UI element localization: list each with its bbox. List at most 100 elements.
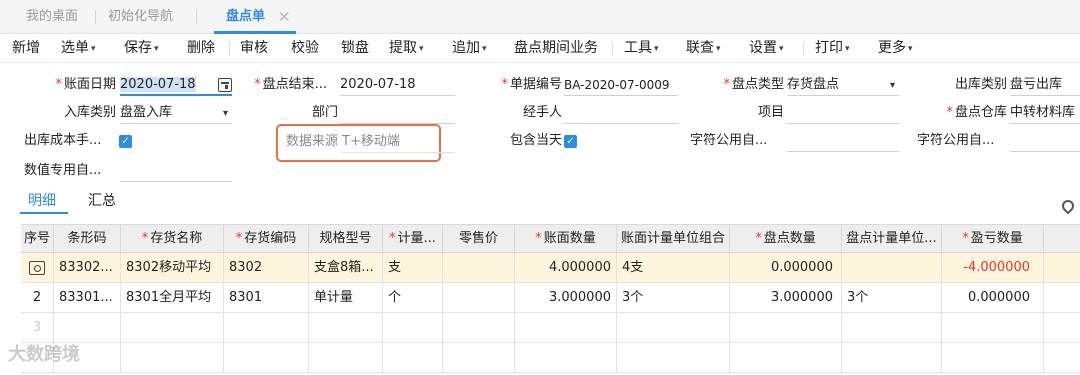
data-source-field: T+移动端 <box>342 131 455 153</box>
ledger-date-field[interactable]: 2020-07-18 <box>120 74 232 96</box>
cell-name[interactable] <box>121 313 224 343</box>
handler-field[interactable] <box>564 102 678 124</box>
lock-button[interactable]: 锁盘 <box>341 34 369 63</box>
ledger-date-value: 2020-07-18 <box>120 77 196 92</box>
cell-count-unit[interactable] <box>842 343 942 373</box>
inquiry-button[interactable]: 联查 ▾ <box>686 34 721 63</box>
cell-barcode[interactable]: 83302... <box>54 253 121 283</box>
cell-spec[interactable]: 支盒8箱... <box>309 253 383 283</box>
required-mark: * <box>535 231 542 246</box>
col-header-name: * 存货名称 <box>121 225 224 253</box>
cell-count-qty[interactable]: 0.000000 <box>730 253 842 283</box>
cell-book-unit[interactable] <box>617 343 730 373</box>
cell-unit[interactable] <box>383 343 443 373</box>
cell-book-qty[interactable] <box>515 313 617 343</box>
tab-divider <box>196 10 197 24</box>
data-source-label: 数据来源 <box>285 134 338 149</box>
cell-count-unit[interactable] <box>842 253 942 283</box>
cell-count-unit[interactable]: 3个 <box>842 283 942 313</box>
count-type-select[interactable]: 存货盘点 ▾ <box>787 74 899 96</box>
append-button[interactable]: 追加 ▾ <box>452 34 487 63</box>
cell-code[interactable]: 8302 <box>224 253 309 283</box>
table-row[interactable]: 3 <box>21 313 1080 343</box>
cell-name[interactable] <box>121 343 224 373</box>
cell-count-unit[interactable] <box>842 313 942 343</box>
cell-diff-qty[interactable] <box>942 313 1044 343</box>
cell-book-unit[interactable]: 4支 <box>617 253 730 283</box>
calendar-icon[interactable] <box>218 78 232 92</box>
col-header-diff-qty: * 盈亏数量 <box>942 225 1044 253</box>
num-custom-field[interactable] <box>120 160 232 182</box>
save-button[interactable]: 保存 ▾ <box>124 34 159 63</box>
cell-name[interactable]: 8301全月平均 <box>121 283 224 313</box>
row-settings-icon[interactable] <box>21 253 54 283</box>
cell-book-unit[interactable] <box>617 313 730 343</box>
more-button[interactable]: 更多 ▾ <box>878 34 913 63</box>
cell-price[interactable] <box>443 283 515 313</box>
settings-button[interactable]: 设置 ▾ <box>749 34 784 63</box>
select-doc-button[interactable]: 选单 ▾ <box>61 34 96 63</box>
cell-spec[interactable] <box>309 343 383 373</box>
verify-button[interactable]: 校验 <box>291 34 319 63</box>
cell-code[interactable]: 8301 <box>224 283 309 313</box>
tab-init-nav[interactable]: 初始化导航 <box>108 0 173 34</box>
audit-button[interactable]: 审核 <box>240 34 268 63</box>
in-type-select[interactable]: 盘盈入库 ▾ <box>120 102 232 124</box>
handler-label: 经手人 <box>522 105 562 120</box>
cell-spec[interactable] <box>309 313 383 343</box>
required-mark: * <box>723 77 730 92</box>
cell-price[interactable] <box>443 253 515 283</box>
project-field[interactable] <box>787 102 899 124</box>
cell-diff-qty[interactable]: 0.000000 <box>942 283 1044 313</box>
table-row[interactable]: 2 83301... 8301全月平均 8301 单计量 个 3.000000 … <box>21 283 1080 313</box>
cell-barcode[interactable]: 83301... <box>54 283 121 313</box>
cell-book-qty[interactable]: 4.000000 <box>515 253 617 283</box>
cell-spec[interactable]: 单计量 <box>309 283 383 313</box>
out-cost-checkbox[interactable]: ✓ <box>119 135 132 148</box>
cell-unit[interactable]: 个 <box>383 283 443 313</box>
cell-code[interactable] <box>224 313 309 343</box>
cell-unit[interactable]: 支 <box>383 253 443 283</box>
char-public1-field[interactable] <box>787 130 899 152</box>
cell-count-qty[interactable] <box>730 313 842 343</box>
cell-name[interactable]: 8302移动平均 <box>121 253 224 283</box>
doc-no-field[interactable]: BA-2020-07-0009 <box>564 74 678 96</box>
cell-code[interactable] <box>224 343 309 373</box>
data-source-value: T+移动端 <box>342 134 400 149</box>
count-end-field[interactable]: 2020-07-18 <box>340 74 455 96</box>
tab-detail[interactable]: 明细 <box>28 190 56 212</box>
cell-price[interactable] <box>443 313 515 343</box>
extract-button[interactable]: 提取 ▾ <box>389 34 424 63</box>
cell-unit[interactable] <box>383 313 443 343</box>
cell-diff-qty[interactable]: -4.000000 <box>942 253 1044 283</box>
table-row[interactable] <box>21 343 1080 373</box>
close-icon[interactable]: ✕ <box>278 0 291 34</box>
period-business-button[interactable]: 盘点期间业务 <box>514 34 598 63</box>
cell-book-unit[interactable]: 3个 <box>617 283 730 313</box>
cell-book-qty[interactable]: 3.000000 <box>515 283 617 313</box>
new-button[interactable]: 新增 <box>12 34 40 63</box>
include-today-checkbox[interactable]: ✓ <box>564 135 577 148</box>
cell-count-qty[interactable] <box>730 343 842 373</box>
toolbar-divider <box>229 42 230 56</box>
tab-my-desktop[interactable]: 我的桌面 <box>26 0 78 34</box>
cell-count-qty[interactable]: 3.000000 <box>730 283 842 313</box>
delete-button[interactable]: 删除 <box>187 34 215 63</box>
location-pin-icon[interactable] <box>1059 197 1077 215</box>
col-header-book-unit: 账面计量单位组合 <box>617 225 730 253</box>
cell-diff-qty[interactable] <box>942 343 1044 373</box>
out-type-select[interactable]: 盘亏出库 <box>1010 74 1080 96</box>
char-public2-field[interactable] <box>1010 130 1080 152</box>
col-header-unit: * 计量... <box>383 225 443 253</box>
dept-field[interactable] <box>340 102 455 124</box>
print-button[interactable]: 打印 ▾ <box>815 34 850 63</box>
warehouse-field[interactable]: 中转材料库 <box>1010 102 1080 124</box>
table-row[interactable]: 83302... 8302移动平均 8302 支盒8箱... 支 4.00000… <box>21 253 1080 283</box>
tab-summary[interactable]: 汇总 <box>88 190 116 212</box>
required-mark: * <box>501 77 508 92</box>
cell-barcode[interactable] <box>54 313 121 343</box>
cell-book-qty[interactable] <box>515 343 617 373</box>
tab-count-sheet[interactable]: 盘点单 <box>226 0 265 34</box>
cell-price[interactable] <box>443 343 515 373</box>
tools-button[interactable]: 工具 ▾ <box>624 34 659 63</box>
